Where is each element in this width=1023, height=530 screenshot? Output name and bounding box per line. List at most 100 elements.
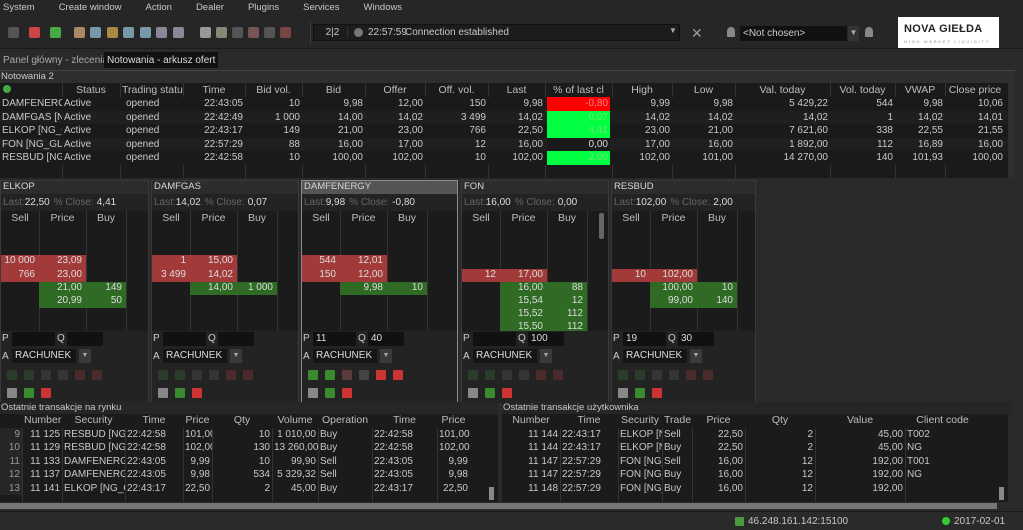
column-header-qty[interactable]: Qty <box>212 414 272 428</box>
trade-row[interactable]: 11 144 22:43:17 ELKOP [NGBuy 22,50 2 45,00 NG <box>502 441 1008 455</box>
buy-icon[interactable] <box>158 370 168 380</box>
quote-row[interactable]: DAMFENERGYActive opened 22:43:05 10 9,98 12,0… <box>0 97 1008 111</box>
column-header-time[interactable]: Time <box>125 414 183 428</box>
sell-qty[interactable]: 3 499 <box>152 268 190 282</box>
account-select[interactable]: RACHUNEK <box>313 349 377 363</box>
buy-qty[interactable]: 88 <box>547 281 587 295</box>
sell-price[interactable]: 17,00 <box>500 268 547 282</box>
price-input[interactable] <box>12 332 55 346</box>
column-header-price[interactable]: Price <box>437 414 470 428</box>
chevron-down-icon[interactable]: ▼ <box>690 349 702 363</box>
cancel-buy-icon[interactable] <box>175 388 185 398</box>
sell-price[interactable]: 23,09 <box>39 255 86 269</box>
key-icon[interactable] <box>8 27 19 38</box>
column-header-operation[interactable]: Operation <box>318 414 372 428</box>
quantity-input[interactable] <box>218 332 254 346</box>
new-window-icon[interactable] <box>50 27 61 38</box>
account-select[interactable]: RACHUNEK <box>12 349 76 363</box>
cancel-all-icon[interactable] <box>468 388 478 398</box>
sell-price[interactable]: 23,00 <box>39 268 86 282</box>
modify-icon[interactable] <box>209 370 219 380</box>
column-header--of-last-cl[interactable]: % of last cl <box>545 84 612 98</box>
column-header-val-today[interactable]: Val. today <box>735 84 830 98</box>
chevron-down-icon[interactable]: ▼ <box>380 349 392 363</box>
quantity-input[interactable]: 100 <box>528 332 564 346</box>
trade-row[interactable]: 11 147 22:57:29 FON [NG_GSell 16,00 12 192,00… <box>502 455 1008 469</box>
sell-qty[interactable]: 12 <box>462 268 500 282</box>
tab-notowania[interactable]: Notowania - arkusz ofert <box>104 52 219 68</box>
quote-row[interactable]: DAMFGAS [NGActive opened 22:42:49 1 000 14,0… <box>0 110 1008 125</box>
column-header-vol-today[interactable]: Vol. today <box>830 84 895 98</box>
sell-plus-icon[interactable] <box>703 370 713 380</box>
column-header-bid-vol-[interactable]: Bid vol. <box>245 84 302 98</box>
comment-icon[interactable] <box>200 27 211 38</box>
clock-window-icon[interactable] <box>156 27 167 38</box>
buy-qty[interactable]: 112 <box>547 308 587 322</box>
sell-qty[interactable]: 10 000 <box>1 255 39 269</box>
buy-plus-icon[interactable] <box>325 370 335 380</box>
order-book-resbud[interactable]: RESBUD Last:102,00% Close: 2,00 Sell Price Bu… <box>611 180 756 405</box>
price-input[interactable] <box>163 332 206 346</box>
cancel-sell-icon[interactable] <box>502 388 512 398</box>
user-1-icon[interactable] <box>232 27 243 38</box>
column-header-bid[interactable]: Bid <box>302 84 365 98</box>
trade-row[interactable]: 11 147 22:57:29 FON [NG_GBuy 16,00 12 192,00 N… <box>502 468 1008 482</box>
window-1-icon[interactable] <box>74 27 85 38</box>
vertical-scrollbar[interactable] <box>489 487 494 500</box>
settings-window-icon[interactable] <box>140 27 151 38</box>
user-2-icon[interactable] <box>248 27 259 38</box>
cancel-all-icon[interactable] <box>308 388 318 398</box>
cancel-all-icon[interactable] <box>158 388 168 398</box>
buy-icon[interactable] <box>308 370 318 380</box>
chart-icon[interactable] <box>123 27 134 38</box>
cancel-icon[interactable] <box>652 370 662 380</box>
sell-plus-icon[interactable] <box>92 370 102 380</box>
column-header-vwap[interactable]: VWAP <box>895 84 945 98</box>
column-header-security[interactable]: Security <box>62 414 125 428</box>
quantity-input[interactable]: 30 <box>678 332 714 346</box>
vertical-scrollbar[interactable] <box>999 487 1004 500</box>
buy-qty[interactable]: 112 <box>547 321 587 331</box>
sell-price[interactable]: 12,00 <box>340 268 387 282</box>
column-header-number[interactable]: Number <box>22 414 62 428</box>
trade-row[interactable]: 12 11 137 DAMFENERG 22:43:05 9,98 534 5 329,32… <box>0 468 498 482</box>
sell-qty[interactable]: 150 <box>302 268 340 282</box>
column-header-status[interactable]: Status <box>62 84 120 98</box>
sell-qty[interactable]: 10 <box>612 268 650 282</box>
sell-qty[interactable]: 544 <box>302 255 340 269</box>
menu-create-window[interactable]: Create window <box>56 0 122 15</box>
sell-icon[interactable] <box>376 370 386 380</box>
sell-price[interactable]: 12,01 <box>340 255 387 269</box>
buy-price[interactable]: 14,00 <box>190 281 237 295</box>
column-header-low[interactable]: Low <box>672 84 735 98</box>
price-input[interactable]: 19 <box>623 332 666 346</box>
buy-price[interactable]: 16,00 <box>500 281 547 295</box>
horizontal-scrollbar[interactable] <box>0 503 997 509</box>
quote-row[interactable]: FON [NG_GLOActive opened 22:57:29 88 16,00 17… <box>0 137 1008 152</box>
chevron-down-icon[interactable]: ▼ <box>540 349 552 363</box>
modify-icon[interactable] <box>669 370 679 380</box>
buy-price[interactable]: 15,50 <box>500 321 547 331</box>
menu-action[interactable]: Action <box>143 0 172 15</box>
buy-price[interactable]: 15,52 <box>500 308 547 322</box>
trade-row[interactable]: 1011 129RESBUD [NG_22:42:58102,0013013 2… <box>0 441 498 455</box>
price-input[interactable] <box>473 332 516 346</box>
history-icon[interactable] <box>173 27 184 38</box>
quotes-scrollbar[interactable] <box>1008 83 1015 178</box>
chevron-down-icon[interactable]: ▼ <box>230 349 242 363</box>
account-select[interactable]: RACHUNEK <box>163 349 227 363</box>
buy-price[interactable]: 9,98 <box>340 281 387 295</box>
sell-icon[interactable] <box>75 370 85 380</box>
buy-qty[interactable]: 149 <box>86 281 126 295</box>
sell-price[interactable]: 14,02 <box>190 268 237 282</box>
sell-price[interactable]: 15,00 <box>190 255 237 269</box>
window-2-icon[interactable] <box>90 27 101 38</box>
user-4-icon[interactable] <box>280 27 291 38</box>
account-select[interactable]: RACHUNEK <box>473 349 537 363</box>
buy-price[interactable]: 20,99 <box>39 295 86 309</box>
order-book-damfenergy[interactable]: DAMFENERGY Last:9,98% Close: -0,80 Sell Pric… <box>301 180 458 405</box>
trade-row[interactable]: 11 148 22:57:29 FON [NG_GBuy 16,00 12 192,00 <box>502 482 1008 496</box>
buy-plus-icon[interactable] <box>485 370 495 380</box>
sell-price[interactable]: 102,00 <box>650 268 697 282</box>
cancel-sell-icon[interactable] <box>192 388 202 398</box>
